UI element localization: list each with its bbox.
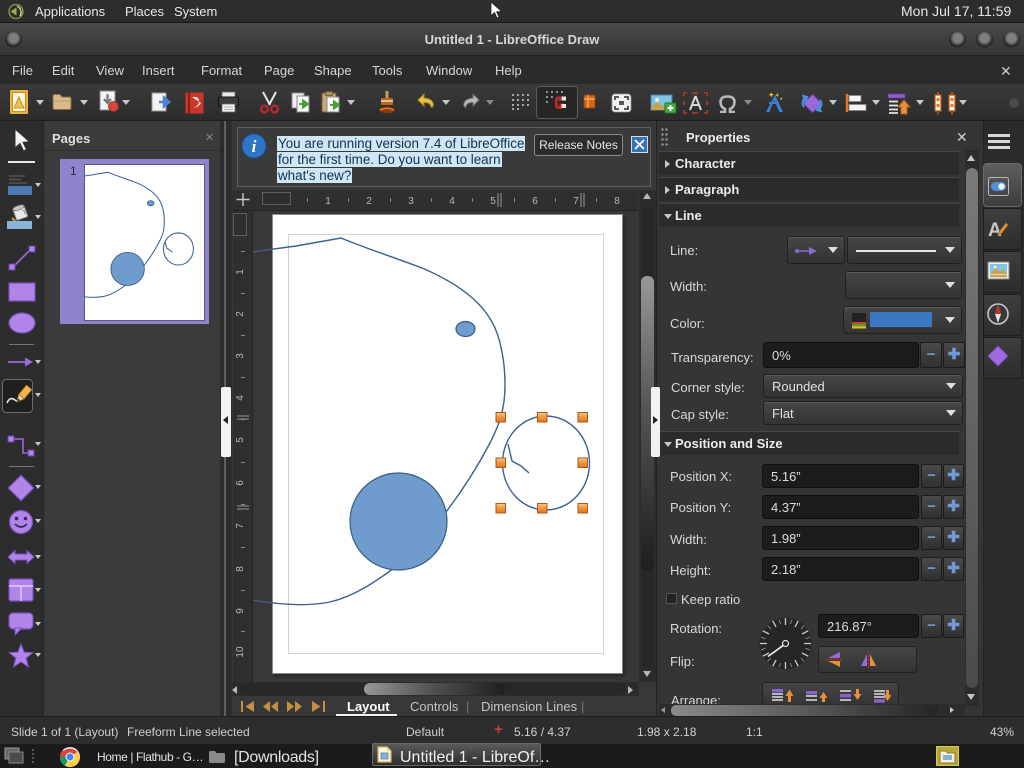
svg-text:8: 8 [235, 566, 246, 572]
svg-text:5: 5 [235, 437, 246, 443]
svg-text:1: 1 [235, 269, 246, 275]
svg-text:1: 1 [325, 196, 331, 207]
svg-text:7: 7 [573, 196, 579, 207]
svg-text:8: 8 [614, 196, 620, 207]
svg-text:4: 4 [449, 196, 455, 207]
svg-text:7: 7 [235, 523, 246, 529]
svg-text:5: 5 [490, 196, 496, 207]
svg-text:6: 6 [235, 480, 246, 486]
svg-text:3: 3 [235, 353, 246, 359]
svg-text:9: 9 [235, 608, 246, 614]
svg-text:2: 2 [235, 311, 246, 317]
svg-text:10: 10 [235, 646, 246, 658]
svg-text:3: 3 [408, 196, 414, 207]
svg-text:i: i [252, 137, 257, 156]
svg-text:6: 6 [532, 196, 538, 207]
svg-text:2: 2 [366, 196, 372, 207]
svg-text:4: 4 [235, 395, 246, 401]
